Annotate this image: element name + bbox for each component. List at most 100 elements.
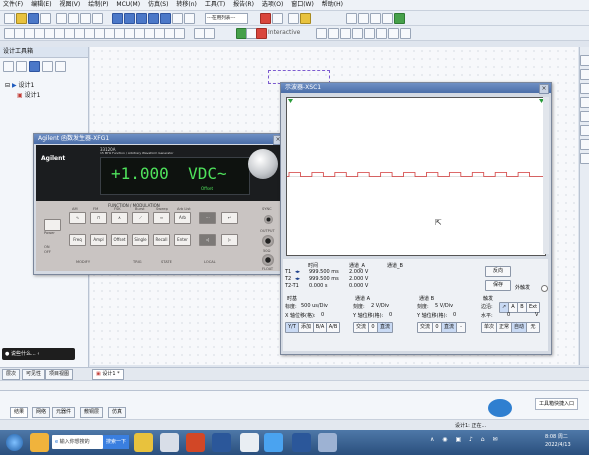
help-icon[interactable] <box>300 13 311 24</box>
oscilloscope-icon[interactable] <box>580 97 589 108</box>
copy-icon[interactable] <box>68 13 79 24</box>
arrow-button[interactable]: ▷ <box>221 234 238 246</box>
component-icon[interactable] <box>184 13 195 24</box>
undo-icon[interactable] <box>92 13 103 24</box>
new-design-icon[interactable] <box>3 61 14 72</box>
mail-icon[interactable] <box>212 433 231 452</box>
window-icon[interactable] <box>112 13 123 24</box>
recall-button[interactable]: Recall <box>153 234 170 246</box>
t2-arrows-icon[interactable]: ◂▸ <box>295 276 300 282</box>
tab-copper-layers[interactable]: 敷铜层 <box>80 407 104 418</box>
qq-icon[interactable] <box>264 433 283 452</box>
close-icon[interactable]: × <box>539 84 549 94</box>
menu-item[interactable]: 编辑(E) <box>28 0 54 10</box>
pdf-icon[interactable] <box>160 433 179 452</box>
probe-diff-icon[interactable] <box>352 28 363 39</box>
stop-icon[interactable] <box>204 28 215 39</box>
probe-current-icon[interactable] <box>328 28 339 39</box>
powerpoint-icon[interactable] <box>186 433 205 452</box>
ampl-button[interactable]: Ampl <box>90 234 107 246</box>
grapher-icon[interactable] <box>272 13 283 24</box>
probe-power-icon[interactable] <box>340 28 351 39</box>
tab-design1[interactable]: ▣ 设计1 * <box>92 369 124 380</box>
tab-components[interactable]: 元器件 <box>52 407 76 418</box>
reverse-button[interactable]: 反向 <box>485 266 511 277</box>
edge-icon[interactable] <box>240 433 259 452</box>
channel-a-pos-field[interactable]: 0 <box>389 312 392 318</box>
window-icon[interactable] <box>136 13 147 24</box>
probe-icon[interactable] <box>260 13 271 24</box>
channel-a-dc-button[interactable]: 直流 <box>377 322 393 333</box>
single-button[interactable]: Single <box>132 234 149 246</box>
enter-button[interactable]: Enter <box>174 234 191 246</box>
sunflower-icon[interactable] <box>30 433 49 452</box>
zoom-fit-icon[interactable] <box>382 13 393 24</box>
save-button[interactable]: 保存 <box>485 280 511 291</box>
noise-button[interactable]: ≈ <box>153 212 170 224</box>
tab-nets[interactable]: 网络 <box>32 407 51 418</box>
horizontal-scrollbar[interactable] <box>0 380 589 390</box>
print-icon[interactable] <box>40 13 51 24</box>
power-button[interactable] <box>44 219 61 231</box>
save-icon[interactable] <box>28 13 39 24</box>
menu-item[interactable]: 帮助(H) <box>319 0 346 10</box>
output-connector[interactable] <box>262 235 274 247</box>
channel-a-ac-button[interactable]: 交流 <box>353 322 369 333</box>
menu-item[interactable]: 窗口(W) <box>288 0 317 10</box>
menu-item[interactable]: 绘制(P) <box>85 0 111 10</box>
ab-button[interactable]: A/B <box>326 322 340 333</box>
tab-simulation[interactable]: 仿真 <box>108 407 127 418</box>
chat-popup[interactable]: ● 说些什么... ‹ <box>2 348 75 360</box>
bus-icon[interactable] <box>174 28 185 39</box>
menu-item[interactable]: 视图(V) <box>56 0 83 10</box>
timebase-pos-field[interactable]: 0 <box>321 312 324 318</box>
arb-button[interactable]: Arb <box>174 212 191 224</box>
channel-b-minus-button[interactable]: - <box>456 322 466 333</box>
menu-item[interactable]: 转移(n) <box>173 0 200 10</box>
properties-icon[interactable] <box>55 61 66 72</box>
expand-icon[interactable]: ⊟ <box>5 82 10 89</box>
sine-button[interactable]: ∿ <box>69 212 86 224</box>
yt-button[interactable]: Y/T <box>285 322 299 333</box>
adjust-knob[interactable] <box>248 149 278 179</box>
file-explorer-icon[interactable] <box>134 433 153 452</box>
probe-ref-icon[interactable] <box>364 28 375 39</box>
word-generator-icon[interactable] <box>580 139 589 150</box>
ramp-button[interactable]: ⟋ <box>132 212 149 224</box>
taskbar-search-input[interactable]: e 输入你想搜的 <box>52 435 103 449</box>
window-icon[interactable] <box>148 13 159 24</box>
triangle-button[interactable]: ∧ <box>111 212 128 224</box>
spreadsheet-icon[interactable] <box>172 13 183 24</box>
menu-on-off-button[interactable]: ⋯ <box>199 212 216 224</box>
open-folder-icon[interactable] <box>16 13 27 24</box>
counter-icon[interactable] <box>580 125 589 136</box>
auto-trigger-button[interactable]: 自动 <box>511 322 527 333</box>
t1-arrows-icon[interactable]: ◂▸ <box>295 269 300 275</box>
normal-trigger-button[interactable]: 正常 <box>496 322 512 333</box>
ground-connector[interactable] <box>262 254 274 266</box>
channel-b-ac-button[interactable]: 交流 <box>417 322 433 333</box>
window-icon[interactable] <box>160 13 171 24</box>
menu-item[interactable]: 工具(T) <box>202 0 228 10</box>
logic-analyzer-icon[interactable] <box>580 153 589 164</box>
zoom-area-icon[interactable] <box>370 13 381 24</box>
new-file-icon[interactable] <box>4 13 15 24</box>
shift-button[interactable]: ◁ <box>199 234 216 246</box>
tab-hierarchy[interactable]: 层次 <box>2 369 21 380</box>
function-generator-icon[interactable] <box>580 69 589 80</box>
offset-button[interactable]: Offset <box>111 234 128 246</box>
oscilloscope-screen[interactable]: ⇱ <box>286 97 546 256</box>
tree-root[interactable]: ⊟ ▶ 设计1 <box>5 80 34 89</box>
oscilloscope-title[interactable]: 示波器-XSC1 <box>281 83 551 93</box>
tab-visibility[interactable]: 可见性 <box>22 369 46 380</box>
sync-connector[interactable] <box>264 215 273 224</box>
zoom-icon[interactable] <box>288 13 299 24</box>
tab-results[interactable]: 结果 <box>10 407 29 418</box>
probe-settings-icon[interactable] <box>388 28 399 39</box>
channel-a-scale-field[interactable]: 2 V/Div <box>371 303 389 309</box>
menu-item[interactable]: 选项(O) <box>259 0 286 10</box>
full-screen-icon[interactable] <box>394 13 405 24</box>
shortcut-notification[interactable]: 工具箱快捷入口 <box>535 398 579 410</box>
enter-button-top[interactable]: ↵ <box>221 212 238 224</box>
cut-icon[interactable] <box>56 13 67 24</box>
